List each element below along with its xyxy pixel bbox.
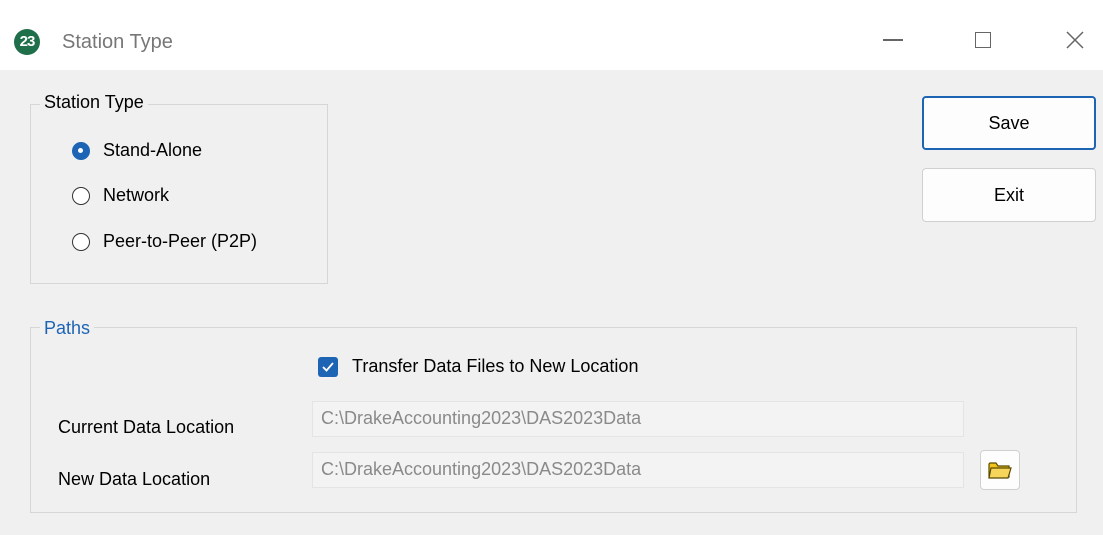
- radio-network[interactable]: Network: [72, 185, 169, 206]
- radio-stand-alone[interactable]: Stand-Alone: [72, 140, 202, 161]
- title-bar: 23 Station Type: [0, 0, 1103, 70]
- transfer-data-files-checkbox-row[interactable]: Transfer Data Files to New Location: [318, 356, 638, 377]
- new-data-location-label: New Data Location: [58, 469, 211, 489]
- transfer-label: Transfer Data Files to New Location: [352, 356, 639, 376]
- close-button[interactable]: [1050, 20, 1100, 60]
- app-logo-icon: 23: [14, 29, 40, 55]
- checkmark-icon: [322, 361, 334, 372]
- new-data-location-field[interactable]: C:\DrakeAccounting2023\DAS2023Data: [312, 452, 964, 488]
- station-type-legend: Station Type: [40, 92, 148, 113]
- minimize-icon: [883, 39, 903, 41]
- radio-label: Stand-Alone: [103, 140, 203, 160]
- save-button[interactable]: Save: [922, 96, 1096, 150]
- folder-icon: [988, 462, 1012, 479]
- radio-label: Peer-to-Peer (P2P): [103, 231, 258, 251]
- radio-button[interactable]: [72, 232, 90, 251]
- radio-button[interactable]: [72, 141, 90, 160]
- radio-peer-to-peer[interactable]: Peer-to-Peer (P2P): [72, 231, 257, 252]
- browse-folder-button[interactable]: [980, 450, 1020, 490]
- maximize-icon: [975, 32, 991, 48]
- minimize-button[interactable]: [868, 20, 918, 60]
- radio-label: Network: [103, 185, 170, 205]
- current-data-location-label: Current Data Location: [58, 417, 235, 437]
- exit-button[interactable]: Exit: [922, 168, 1096, 222]
- transfer-checkbox[interactable]: [318, 356, 338, 377]
- maximize-button[interactable]: [958, 20, 1008, 60]
- window-title: Station Type: [62, 31, 173, 53]
- current-data-location-field[interactable]: C:\DrakeAccounting2023\DAS2023Data: [312, 401, 964, 437]
- radio-button[interactable]: [72, 186, 90, 205]
- close-icon: [1066, 31, 1084, 49]
- paths-legend: Paths: [40, 318, 95, 339]
